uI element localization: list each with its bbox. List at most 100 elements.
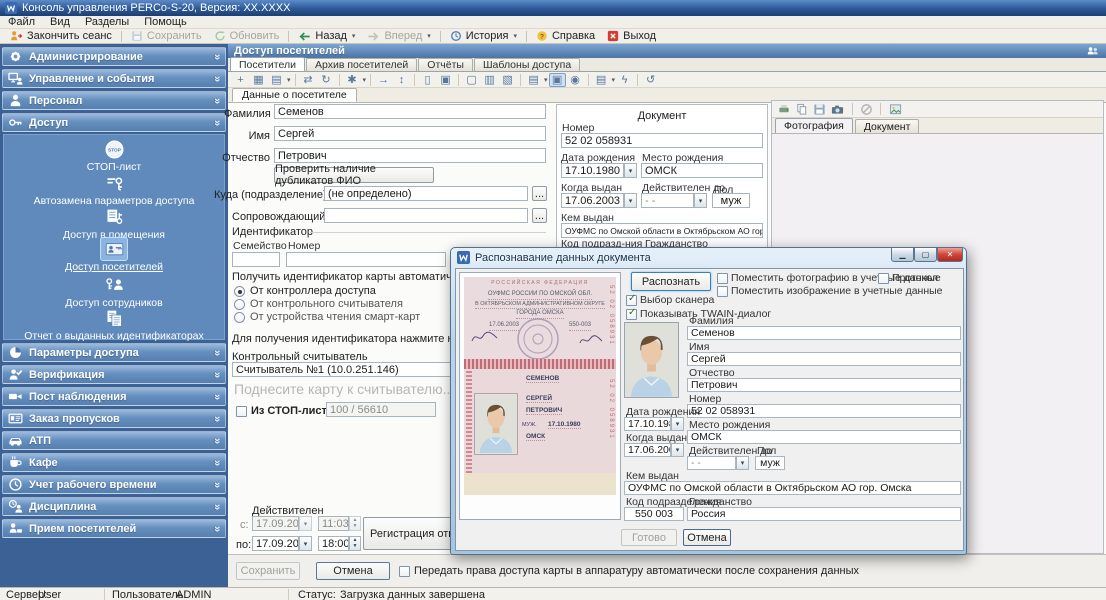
table-view-icon[interactable]: ▦ <box>250 73 267 87</box>
radio-smartcard[interactable] <box>234 312 245 323</box>
dlg-issued-dropdown[interactable]: ▾ <box>671 443 684 457</box>
delete-icon[interactable]: ▢ <box>463 73 480 87</box>
sidebar-section-administration[interactable]: Администрирование » <box>2 47 226 66</box>
card-monitor-icon[interactable]: ▣ <box>548 72 566 87</box>
doc-number-field[interactable]: 52 02 058931 <box>561 133 763 148</box>
history-dropdown-icon[interactable]: ▾ <box>513 32 517 40</box>
maximize-icon[interactable]: ▢ <box>914 248 937 262</box>
report-icon[interactable]: ▯ <box>419 73 436 87</box>
radio-control-reader[interactable] <box>234 299 245 310</box>
sidebar-section-visitor-reception[interactable]: Прием посетителей » <box>2 519 226 538</box>
tab-document-image[interactable]: Документ <box>854 119 920 133</box>
back-dropdown-icon[interactable]: ▾ <box>352 32 356 40</box>
department-field[interactable]: (не определено) <box>324 186 528 201</box>
valid-from-date[interactable]: 17.09.2015 <box>252 516 299 531</box>
department-browse-button[interactable]: ... <box>532 186 547 201</box>
lastname-field[interactable]: Семенов <box>274 104 546 119</box>
dlg-number-field[interactable]: 52 02 058931 <box>687 404 961 418</box>
dlg-citizenship-field[interactable]: Россия <box>687 507 961 521</box>
card-number-field[interactable] <box>286 252 446 267</box>
spin-down-icon[interactable]: ▼ <box>350 544 360 551</box>
camera-icon[interactable] <box>830 103 845 116</box>
dropdown-icon[interactable]: ▾ <box>612 76 616 84</box>
valid-from-time[interactable]: 11:03 <box>318 516 349 531</box>
back-button[interactable]: Назад ▾ <box>292 29 361 44</box>
check-duplicates-button[interactable]: Проверить наличие дубликатов ФИО <box>274 163 434 187</box>
badge-icon[interactable]: ▥ <box>481 73 498 87</box>
transfer-rights-checkbox[interactable] <box>399 566 410 577</box>
dlg-validto-field[interactable]: - - <box>687 456 736 470</box>
doc-birthdate-dropdown[interactable]: ▾ <box>624 163 637 178</box>
doc-sex-field[interactable]: муж <box>712 193 750 208</box>
sidebar-section-verification[interactable]: Верификация » <box>2 365 226 384</box>
stoplist-checkbox[interactable] <box>236 406 247 417</box>
visitors-header-icon[interactable] <box>1086 45 1100 58</box>
cancel-record-button[interactable]: Отмена <box>316 562 390 580</box>
quick-access-icon[interactable]: ✱ <box>344 73 361 87</box>
menu-file[interactable]: Файл <box>8 16 35 28</box>
window-icon[interactable]: ▣ <box>437 73 454 87</box>
sidebar-section-management-events[interactable]: Управление и события » <box>2 69 226 88</box>
doc-birthplace-field[interactable]: ОМСК <box>641 163 763 178</box>
sidebar-item-employee-access[interactable]: Доступ сотрудников <box>4 274 224 309</box>
menu-sections[interactable]: Разделы <box>85 16 129 28</box>
sidebar-section-surveillance[interactable]: Пост наблюдения » <box>2 387 226 406</box>
close-icon[interactable]: ✕ <box>937 248 963 262</box>
scan-icon[interactable] <box>777 103 791 116</box>
image-icon[interactable] <box>888 103 903 116</box>
save-button[interactable]: Сохранить <box>125 29 208 44</box>
sidebar-item-stop-list[interactable]: STOP СТОП-лист <box>4 138 224 173</box>
dlg-birthplace-field[interactable]: ОМСК <box>687 430 961 444</box>
save-image-icon[interactable] <box>813 103 826 116</box>
dlg-firstname-field[interactable]: Сергей <box>687 352 961 366</box>
from-date-dropdown[interactable]: ▾ <box>299 516 312 531</box>
doc-issued-field[interactable]: 17.06.2003 <box>561 193 624 208</box>
find-duplicates-icon[interactable]: ⇄ <box>300 73 317 87</box>
dlg-issuer-field[interactable]: ОУФМС по Омской области в Октябрьском АО… <box>624 481 961 495</box>
exit-button[interactable]: Выход <box>601 29 662 44</box>
escort-field[interactable] <box>324 208 528 223</box>
sidebar-section-time-tracking[interactable]: Учет рабочего времени » <box>2 475 226 494</box>
doc-issuer-field[interactable]: ОУФМС по Омской области в Октябрьском АО… <box>561 223 763 238</box>
dialog-cancel-button[interactable]: Отмена <box>683 529 731 546</box>
menu-help[interactable]: Помощь <box>144 16 187 28</box>
place-image-checkbox[interactable] <box>717 286 728 297</box>
tab-visitor-data[interactable]: Данные о посетителе <box>232 88 357 102</box>
transfer-icon[interactable]: ↕ <box>393 73 410 87</box>
card-edit-icon[interactable]: ▧ <box>499 73 516 87</box>
dlg-lastname-field[interactable]: Семенов <box>687 326 961 340</box>
forward-button[interactable]: Вперед ▾ <box>361 29 436 44</box>
dlg-depcode-field[interactable]: 550 003 <box>624 507 684 521</box>
help-button[interactable]: ? Справка <box>530 29 601 44</box>
end-session-button[interactable]: Закончить сеанс <box>4 29 118 44</box>
dropdown-icon[interactable]: ▾ <box>363 76 367 84</box>
print-card-icon[interactable]: ▤ <box>525 73 542 87</box>
history-button[interactable]: История ▾ <box>444 29 523 44</box>
patronymic-field[interactable]: Петрович <box>274 148 546 163</box>
dialog-title-bar[interactable]: Распознавание данных документа <box>457 251 651 264</box>
save-record-button[interactable]: Сохранить <box>236 562 300 580</box>
tab-reports[interactable]: Отчёты <box>418 58 473 71</box>
paste-image-icon[interactable] <box>795 103 809 116</box>
valid-to-date[interactable]: 17.09.2015 <box>252 536 299 551</box>
sidebar-item-auto-replace[interactable]: Автозамена параметров доступа <box>4 172 224 207</box>
card-view-icon[interactable]: ◉ <box>567 73 584 87</box>
doc-issued-dropdown[interactable]: ▾ <box>624 193 637 208</box>
done-button[interactable]: Готово <box>621 529 677 546</box>
from-time-spinner[interactable]: ▲ ▼ <box>349 516 361 531</box>
sidebar-item-visitor-access[interactable]: Доступ посетителей <box>4 237 224 273</box>
dropdown-icon[interactable]: ▾ <box>544 76 548 84</box>
twain-dialog-checkbox[interactable] <box>626 307 637 320</box>
refresh-list-icon[interactable]: ↻ <box>318 73 335 87</box>
minimize-icon[interactable]: ▁ <box>891 248 914 262</box>
to-time-spinner[interactable]: ▲ ▼ <box>349 536 361 551</box>
scanner-select-checkbox[interactable] <box>626 293 637 306</box>
dlg-issued-field[interactable]: 17.06.2003 <box>624 443 671 457</box>
escort-browse-button[interactable]: ... <box>532 208 547 223</box>
dlg-patronymic-field[interactable]: Петрович <box>687 378 961 392</box>
reload-icon[interactable]: ↺ <box>642 73 659 87</box>
firstname-field[interactable]: Сергей <box>274 126 546 141</box>
tab-visitor-archive[interactable]: Архив посетителей <box>305 58 418 71</box>
clear-image-icon[interactable] <box>860 103 873 116</box>
menu-view[interactable]: Вид <box>50 16 70 28</box>
